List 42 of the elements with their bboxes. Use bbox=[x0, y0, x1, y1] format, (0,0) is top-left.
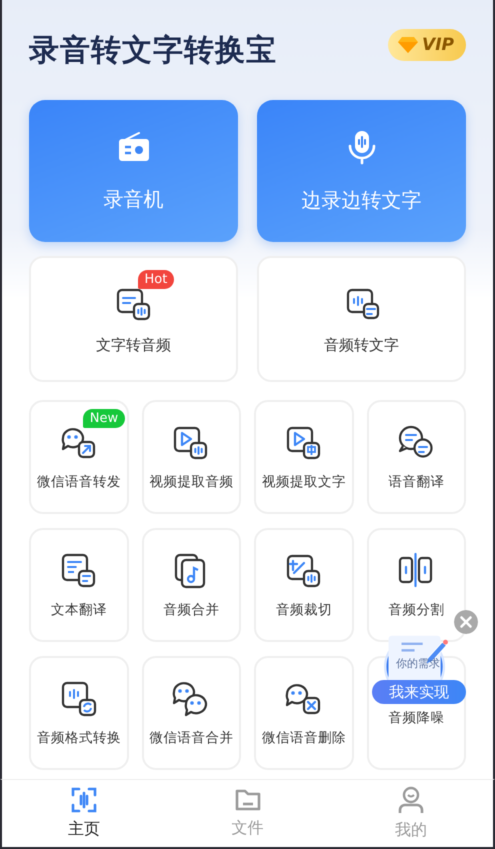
feature-card[interactable]: 音频转文字 bbox=[257, 256, 466, 382]
tool-tile[interactable]: New 微信语音转发 bbox=[29, 400, 128, 514]
tool-label: 音频格式转换 bbox=[36, 729, 121, 747]
tool-label: 视频提取文字 bbox=[262, 473, 346, 491]
feature-label: 音频转文字 bbox=[324, 336, 399, 354]
tool-label: 语音翻译 bbox=[388, 473, 444, 491]
badge: Hot bbox=[138, 270, 174, 288]
tool-label: 音频降噪 bbox=[388, 709, 444, 727]
diamond-icon bbox=[398, 36, 418, 54]
tool-label: 音频合并 bbox=[163, 601, 220, 619]
tool-tile[interactable]: 微信语音删除 bbox=[254, 656, 354, 770]
tool-tile[interactable]: 音频裁切 bbox=[254, 528, 354, 642]
promo-button[interactable]: 我来实现 bbox=[372, 680, 466, 704]
tab[interactable]: 主页 bbox=[2, 780, 166, 847]
folder-icon bbox=[234, 788, 262, 812]
tool-label: 音频裁切 bbox=[276, 601, 332, 619]
tool-label: 文本翻译 bbox=[50, 601, 107, 619]
tool-tile[interactable]: 视频提取音频 bbox=[142, 400, 241, 514]
tool-tile[interactable]: 音频分割 bbox=[366, 528, 466, 642]
action-label: 录音机 bbox=[104, 186, 164, 212]
tool-label: 微信语音转发 bbox=[36, 473, 121, 491]
radio-icon bbox=[116, 130, 150, 164]
action-label: 边录边转文字 bbox=[302, 186, 422, 214]
tool-label: 微信语音删除 bbox=[262, 729, 346, 747]
feature-label: 文字转音频 bbox=[96, 336, 171, 354]
close-icon[interactable] bbox=[454, 610, 478, 634]
tool-tile[interactable]: 语音翻译 bbox=[366, 400, 466, 514]
tool-label: 视频提取音频 bbox=[149, 473, 234, 491]
tool-tile[interactable]: 文本翻译 bbox=[29, 528, 128, 642]
tool-tile[interactable]: 音频合并 bbox=[142, 528, 241, 642]
tool-tile[interactable]: 音频格式转换 bbox=[29, 656, 128, 770]
feature-card[interactable]: Hot 文字转音频 bbox=[29, 256, 238, 382]
tool-tile[interactable]: 视频提取文字 bbox=[254, 400, 354, 514]
vip-badge[interactable]: VIP bbox=[388, 29, 466, 61]
app-title: 录音转文字转换宝 bbox=[29, 32, 277, 70]
soundwave-scan-icon bbox=[70, 787, 97, 813]
tool-label: 微信语音合并 bbox=[149, 729, 234, 747]
badge: New bbox=[82, 409, 126, 428]
microphone-icon bbox=[346, 128, 376, 164]
tool-tile[interactable]: 微信语音合并 bbox=[142, 656, 241, 770]
promo-caption: 你的需求 bbox=[396, 656, 440, 671]
user-icon bbox=[398, 786, 424, 814]
